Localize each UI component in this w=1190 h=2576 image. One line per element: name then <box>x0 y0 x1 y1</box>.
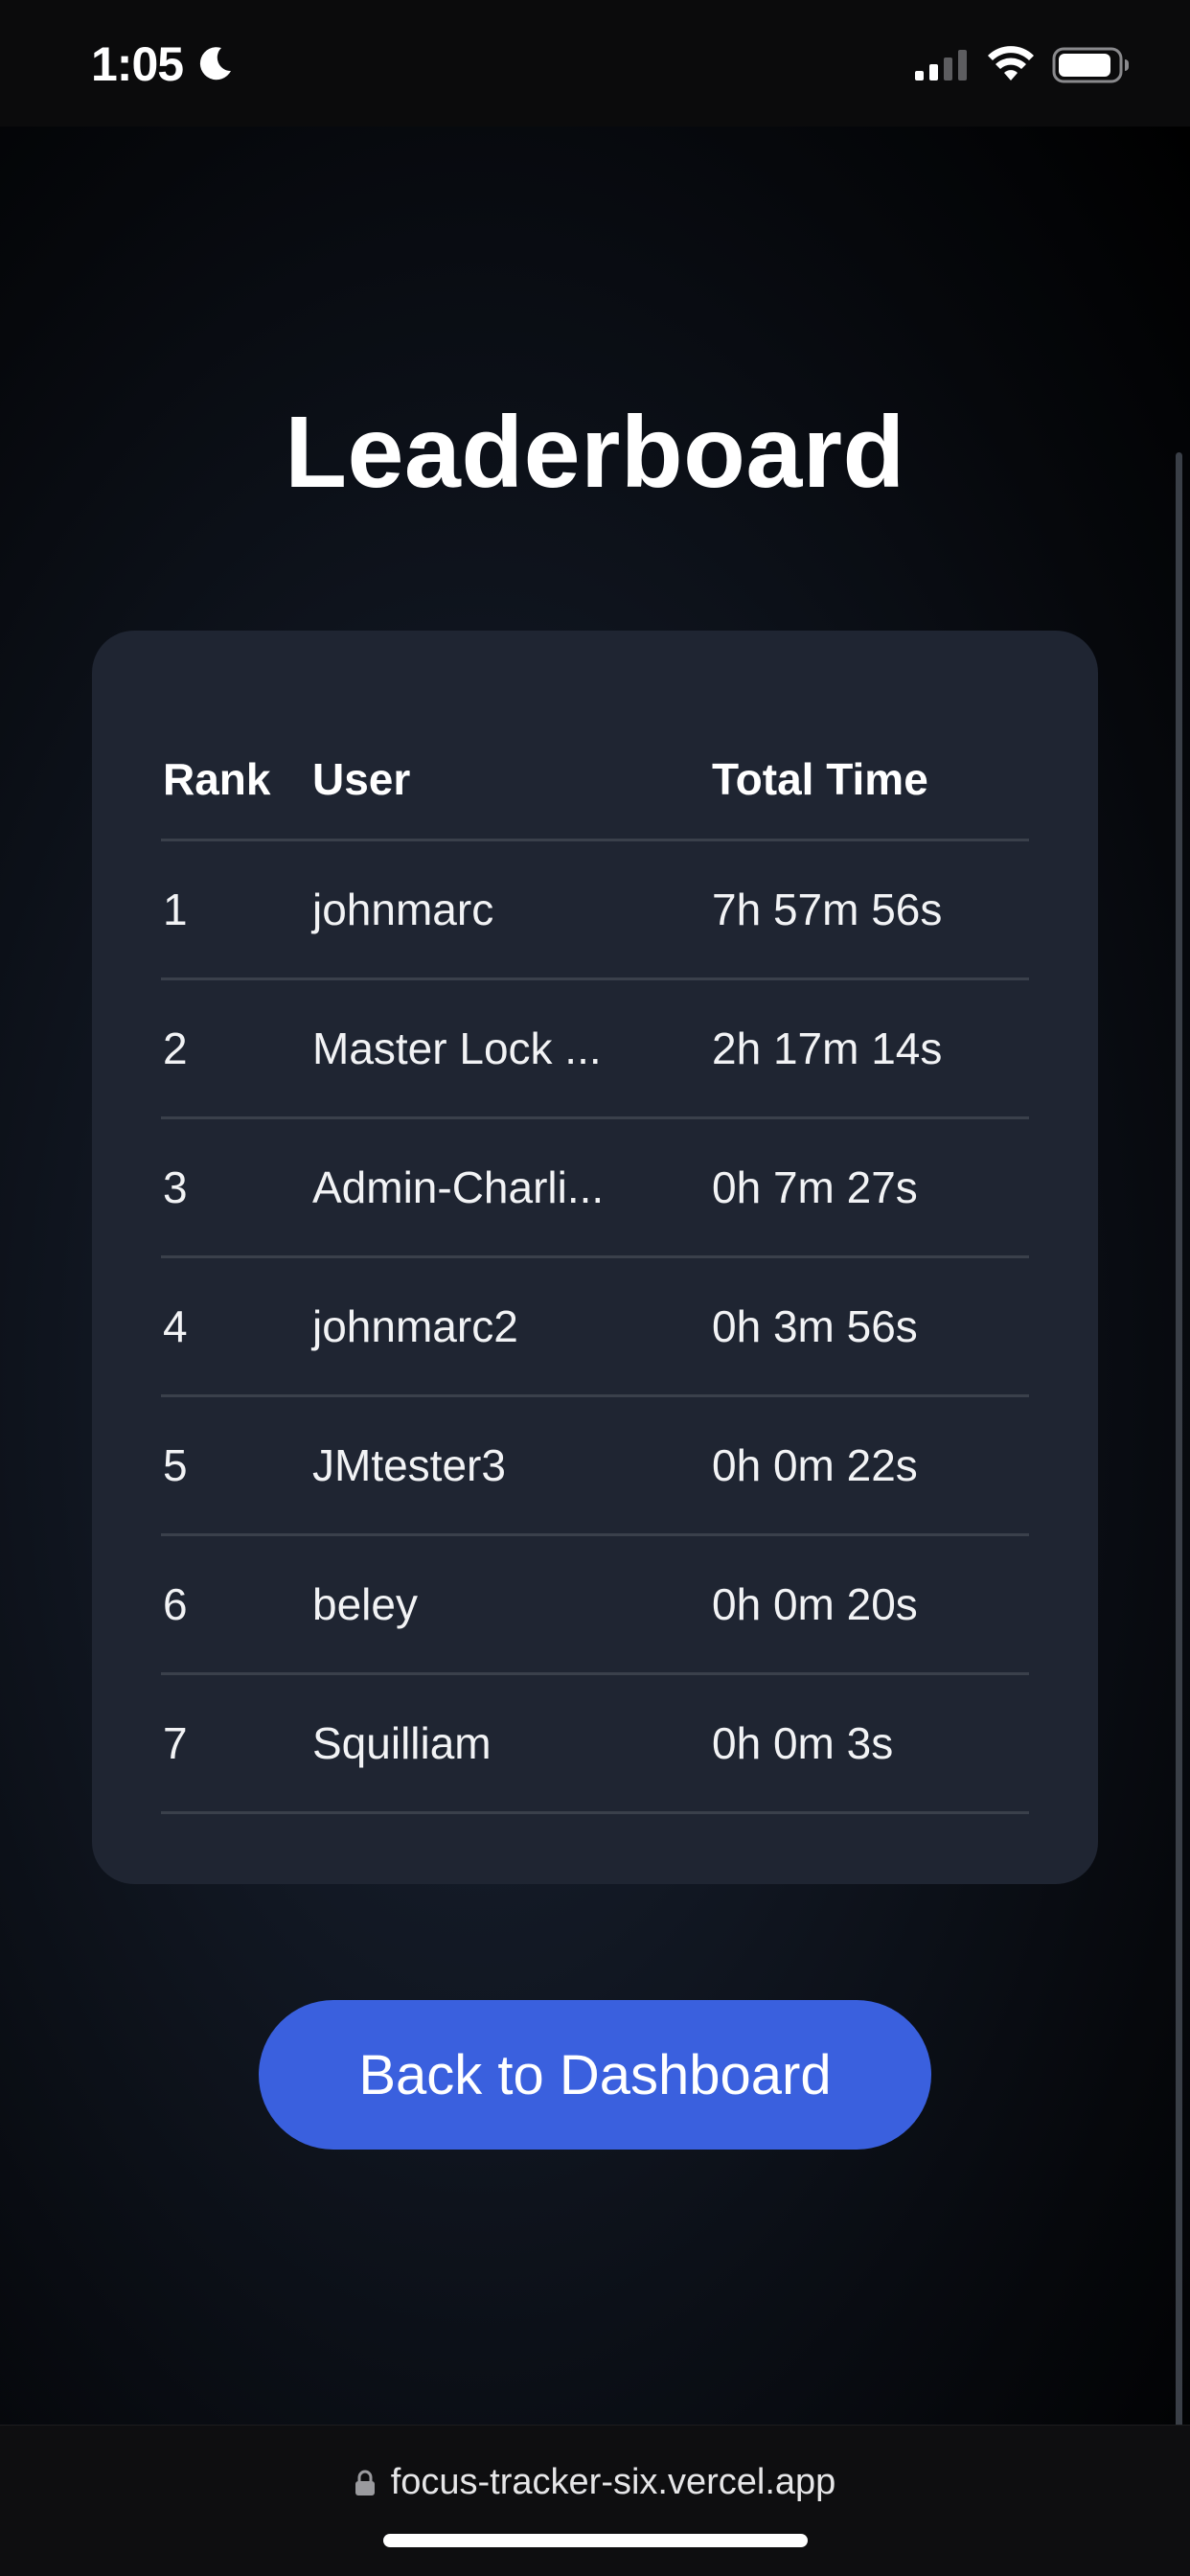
table-row: 5 JMtester3 0h 0m 22s <box>161 1397 1029 1536</box>
time-cell: 0h 7m 27s <box>712 1162 918 1212</box>
wifi-icon <box>988 46 1034 80</box>
user-cell: JMtester3 <box>312 1440 506 1490</box>
back-to-dashboard-button[interactable]: Back to Dashboard <box>259 2000 931 2150</box>
leaderboard-card: Rank User Total Time 1 johnmarc 7h 57m 5… <box>92 631 1098 1884</box>
table-row: 2 Master Lock ... 2h 17m 14s <box>161 980 1029 1119</box>
signal-icon <box>915 50 967 80</box>
rank-cell: 3 <box>163 1162 188 1212</box>
browser-url-bar[interactable]: focus-tracker-six.vercel.app <box>0 2425 1190 2576</box>
time-cell: 2h 17m 14s <box>712 1024 943 1073</box>
leaderboard-table: Rank User Total Time 1 johnmarc 7h 57m 5… <box>161 719 1029 1814</box>
time-cell: 0h 3m 56s <box>712 1301 918 1351</box>
user-cell: Master Lock ... <box>312 1024 602 1073</box>
rank-cell: 6 <box>163 1579 188 1629</box>
rank-cell: 2 <box>163 1024 188 1073</box>
time-cell: 0h 0m 3s <box>712 1718 894 1768</box>
header-rank: Rank <box>163 753 271 804</box>
vertical-scrollbar[interactable] <box>1176 452 1182 2542</box>
status-time: 1:05 <box>91 37 184 91</box>
user-cell: beley <box>312 1579 418 1629</box>
url-text: focus-tracker-six.vercel.app <box>390 2462 836 2502</box>
battery-icon <box>1052 47 1129 83</box>
rank-cell: 4 <box>163 1301 188 1351</box>
user-cell: johnmarc <box>312 885 494 934</box>
table-row: 1 johnmarc 7h 57m 56s <box>161 841 1029 980</box>
rank-cell: 7 <box>163 1718 188 1768</box>
time-cell: 7h 57m 56s <box>712 885 943 934</box>
time-cell: 0h 0m 22s <box>712 1440 918 1490</box>
header-total-time: Total Time <box>712 753 928 804</box>
status-bar: 1:05 <box>0 0 1190 126</box>
page-title: Leaderboard <box>285 396 905 509</box>
page-content: Leaderboard Rank User Total Time 1 johnm… <box>0 126 1190 2542</box>
table-row: 3 Admin-Charli... 0h 7m 27s <box>161 1119 1029 1258</box>
rank-cell: 5 <box>163 1440 188 1490</box>
user-cell: Admin-Charli... <box>312 1162 605 1212</box>
table-row: 4 johnmarc2 0h 3m 56s <box>161 1258 1029 1397</box>
time-cell: 0h 0m 20s <box>712 1579 918 1629</box>
header-user: User <box>312 753 411 804</box>
table-header-row: Rank User Total Time <box>161 719 1029 841</box>
user-cell: johnmarc2 <box>312 1301 518 1351</box>
table-row: 6 beley 0h 0m 20s <box>161 1536 1029 1675</box>
moon-icon <box>199 47 231 80</box>
url-field[interactable]: focus-tracker-six.vercel.app <box>0 2462 1190 2503</box>
user-cell: Squilliam <box>312 1718 492 1768</box>
rank-cell: 1 <box>163 885 188 934</box>
home-indicator[interactable] <box>383 2534 808 2547</box>
phone-screen: 1:05 Leaderboard Rank User Total Time 1 … <box>0 0 1190 2576</box>
table-row: 7 Squilliam 0h 0m 3s <box>161 1675 1029 1814</box>
lock-icon <box>355 2470 375 2496</box>
